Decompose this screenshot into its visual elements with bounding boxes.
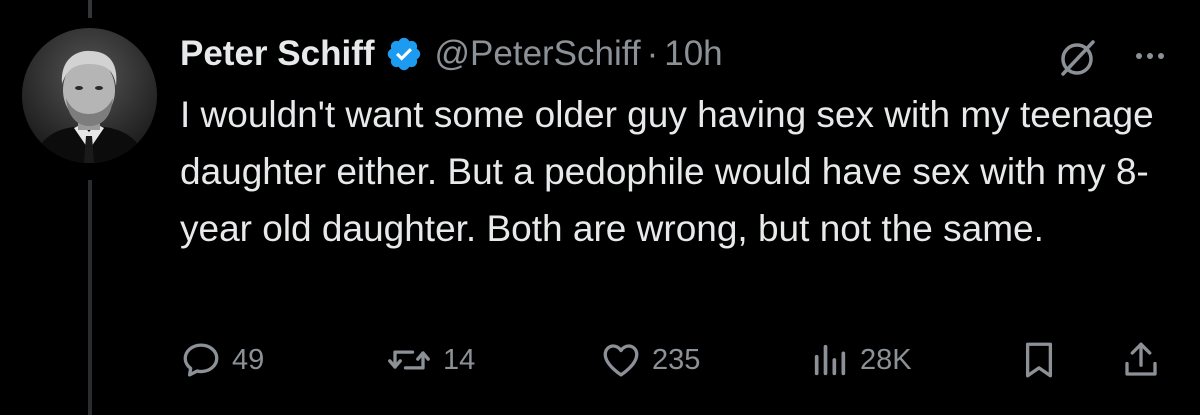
bookmark-button[interactable]: [1018, 330, 1060, 390]
bookmark-icon: [1025, 342, 1053, 378]
display-name[interactable]: Peter Schiff: [180, 34, 375, 74]
reply-count: 49: [232, 343, 265, 376]
reply-button[interactable]: 49: [180, 330, 264, 390]
thread-line-top: [88, 0, 92, 18]
timestamp[interactable]: 10h: [664, 34, 722, 74]
views-icon: [814, 344, 846, 376]
thread-line-bottom: [88, 180, 92, 415]
repost-count: 14: [443, 343, 476, 376]
more-dot: [1147, 53, 1153, 59]
more-dot: [1136, 53, 1142, 59]
like-count: 235: [652, 343, 701, 376]
repost-icon: [388, 350, 430, 370]
repost-button[interactable]: 14: [385, 330, 475, 390]
share-icon: [1125, 342, 1157, 376]
more-dot: [1158, 53, 1164, 59]
separator-dot: ·: [646, 34, 659, 73]
share-button[interactable]: [1120, 330, 1162, 390]
more-icon[interactable]: [1128, 36, 1172, 76]
views-count: 28K: [860, 343, 912, 376]
avatar[interactable]: [22, 28, 157, 163]
like-icon: [603, 344, 639, 377]
tweet-text: I wouldn't want some older guy having se…: [180, 94, 1154, 249]
reply-icon: [183, 343, 219, 377]
like-button[interactable]: 235: [600, 330, 700, 390]
action-bar: 49 14 235 28K: [180, 330, 1170, 390]
user-handle[interactable]: @PeterSchiff: [435, 34, 641, 74]
grok-icon[interactable]: [1055, 36, 1099, 80]
tweet-header: Peter Schiff @PeterSchiff · 10h: [180, 26, 723, 82]
views-button[interactable]: 28K: [810, 330, 912, 390]
verified-badge-icon: [387, 37, 420, 71]
